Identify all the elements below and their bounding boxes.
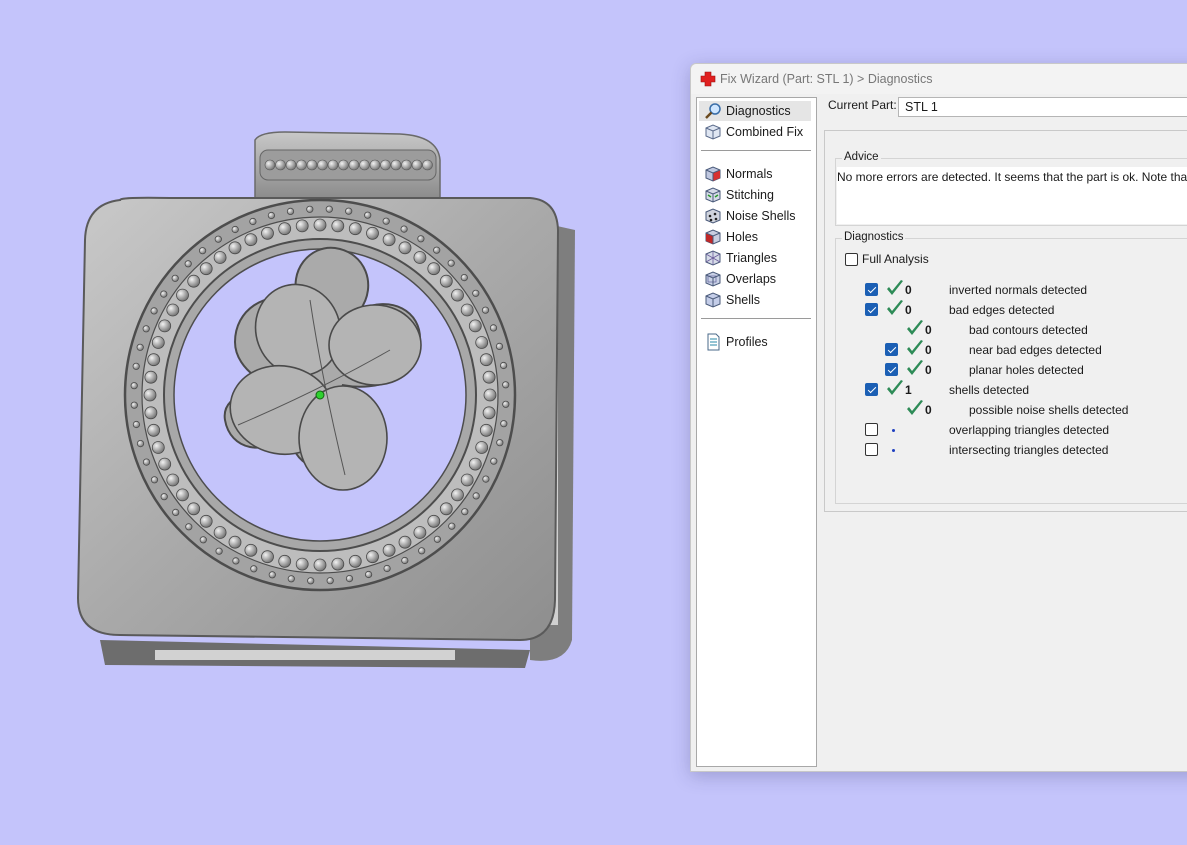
title-bar[interactable]: Fix Wizard (Part: STL 1) > Diagnostics bbox=[691, 64, 1187, 94]
shells-icon bbox=[705, 292, 721, 308]
nav-label: Diagnostics bbox=[726, 104, 791, 118]
diagnostic-checkbox[interactable] bbox=[865, 423, 878, 436]
pending-dot-icon bbox=[892, 449, 895, 452]
nav-item-triangles[interactable]: Triangles bbox=[699, 248, 811, 268]
ok-check-icon bbox=[887, 380, 903, 395]
diagnostic-count: 0 bbox=[925, 363, 932, 377]
full-analysis-checkbox[interactable] bbox=[845, 253, 858, 266]
nav-item-profiles[interactable]: Profiles bbox=[699, 332, 811, 352]
nav-item-normals[interactable]: Normals bbox=[699, 164, 811, 184]
nav-label: Noise Shells bbox=[726, 209, 796, 223]
advice-title: Advice bbox=[842, 151, 881, 163]
diagnostic-count: 0 bbox=[905, 283, 912, 297]
diagnostic-label: shells detected bbox=[949, 383, 1030, 397]
advice-text-area: No more errors are detected. It seems th… bbox=[837, 167, 1187, 224]
diagnostic-label: overlapping triangles detected bbox=[949, 423, 1110, 437]
nav-label: Triangles bbox=[726, 251, 777, 265]
diagnostics-title: Diagnostics bbox=[842, 231, 906, 243]
ok-check-icon bbox=[887, 300, 903, 315]
current-part-label: Current Part: bbox=[828, 98, 897, 112]
diagnostic-count: 0 bbox=[905, 303, 912, 317]
normals-cube-icon bbox=[705, 166, 721, 182]
nav-label: Shells bbox=[726, 293, 761, 307]
advice-group: Advice No more errors are detected. It s… bbox=[835, 151, 1187, 226]
nav-label: Normals bbox=[726, 167, 773, 181]
current-part-field[interactable]: STL 1 bbox=[898, 97, 1187, 117]
diagnostic-checkbox[interactable] bbox=[865, 443, 878, 456]
nav-item-holes[interactable]: Holes bbox=[699, 227, 811, 247]
diagnostic-label: possible noise shells detected bbox=[969, 403, 1129, 417]
nav-item-noise-shells[interactable]: Noise Shells bbox=[699, 206, 811, 226]
diagnostic-count: 0 bbox=[925, 403, 932, 417]
diagnostic-checkbox[interactable] bbox=[865, 383, 878, 396]
stitching-cube-icon bbox=[705, 187, 721, 203]
diagnostic-label: near bad edges detected bbox=[969, 343, 1102, 357]
fix-wizard-dialog: Fix Wizard (Part: STL 1) > Diagnostics D… bbox=[690, 63, 1187, 772]
3d-viewport[interactable] bbox=[0, 0, 690, 845]
wizard-content: Current Part: STL 1 Advice No more error… bbox=[823, 97, 1187, 767]
red-cross-icon bbox=[700, 71, 716, 87]
magnifier-icon bbox=[705, 103, 721, 119]
diagnostic-count: 0 bbox=[925, 323, 932, 337]
diagnostic-label: bad contours detected bbox=[969, 323, 1088, 337]
nav-item-combined-fix[interactable]: Combined Fix bbox=[699, 122, 811, 142]
nav-item-shells[interactable]: Shells bbox=[699, 290, 811, 310]
ok-check-icon bbox=[887, 280, 903, 295]
ok-check-icon bbox=[907, 400, 923, 415]
window-title: Fix Wizard (Part: STL 1) > Diagnostics bbox=[720, 72, 933, 86]
pendant-model[interactable] bbox=[60, 120, 580, 680]
diagnostic-checkbox[interactable] bbox=[885, 363, 898, 376]
overlaps-icon bbox=[705, 271, 721, 287]
diagnostic-count: 0 bbox=[925, 343, 932, 357]
ok-check-icon bbox=[907, 340, 923, 355]
diagnostic-checkbox[interactable] bbox=[865, 303, 878, 316]
cube-icon bbox=[705, 124, 721, 140]
nav-label: Holes bbox=[726, 230, 758, 244]
nav-item-diagnostics[interactable]: Diagnostics bbox=[699, 101, 811, 121]
holes-cube-icon bbox=[705, 229, 721, 245]
nav-label: Profiles bbox=[726, 335, 768, 349]
nav-label: Stitching bbox=[726, 188, 774, 202]
nav-separator bbox=[701, 318, 811, 319]
diagnostic-label: intersecting triangles detected bbox=[949, 443, 1109, 457]
nav-item-stitching[interactable]: Stitching bbox=[699, 185, 811, 205]
nav-separator bbox=[701, 150, 811, 151]
advice-text: No more errors are detected. It seems th… bbox=[837, 170, 1187, 184]
diagnostic-checkbox[interactable] bbox=[885, 343, 898, 356]
ok-check-icon bbox=[907, 360, 923, 375]
nav-label: Overlaps bbox=[726, 272, 777, 286]
diagnostic-count: 1 bbox=[905, 383, 912, 397]
diagnostic-label: bad edges detected bbox=[949, 303, 1055, 317]
diagnostic-checkbox[interactable] bbox=[865, 283, 878, 296]
diagnostic-label: planar holes detected bbox=[969, 363, 1084, 377]
full-analysis-label: Full Analysis bbox=[862, 252, 929, 266]
diagnostics-group: Diagnostics Full Analysis 0 inverted norm… bbox=[835, 231, 1187, 504]
document-icon bbox=[707, 333, 720, 351]
pending-dot-icon bbox=[892, 429, 895, 432]
nav-label: Combined Fix bbox=[726, 125, 804, 139]
nav-item-overlaps[interactable]: Overlaps bbox=[699, 269, 811, 289]
diagnostic-label: inverted normals detected bbox=[949, 283, 1088, 297]
triangles-icon bbox=[705, 250, 721, 266]
diagnostics-panel: Advice No more errors are detected. It s… bbox=[824, 130, 1187, 512]
ok-check-icon bbox=[907, 320, 923, 335]
noise-shells-icon bbox=[705, 208, 721, 224]
wizard-navigation: Diagnostics Combined Fix Normals Stitchi… bbox=[696, 97, 817, 767]
